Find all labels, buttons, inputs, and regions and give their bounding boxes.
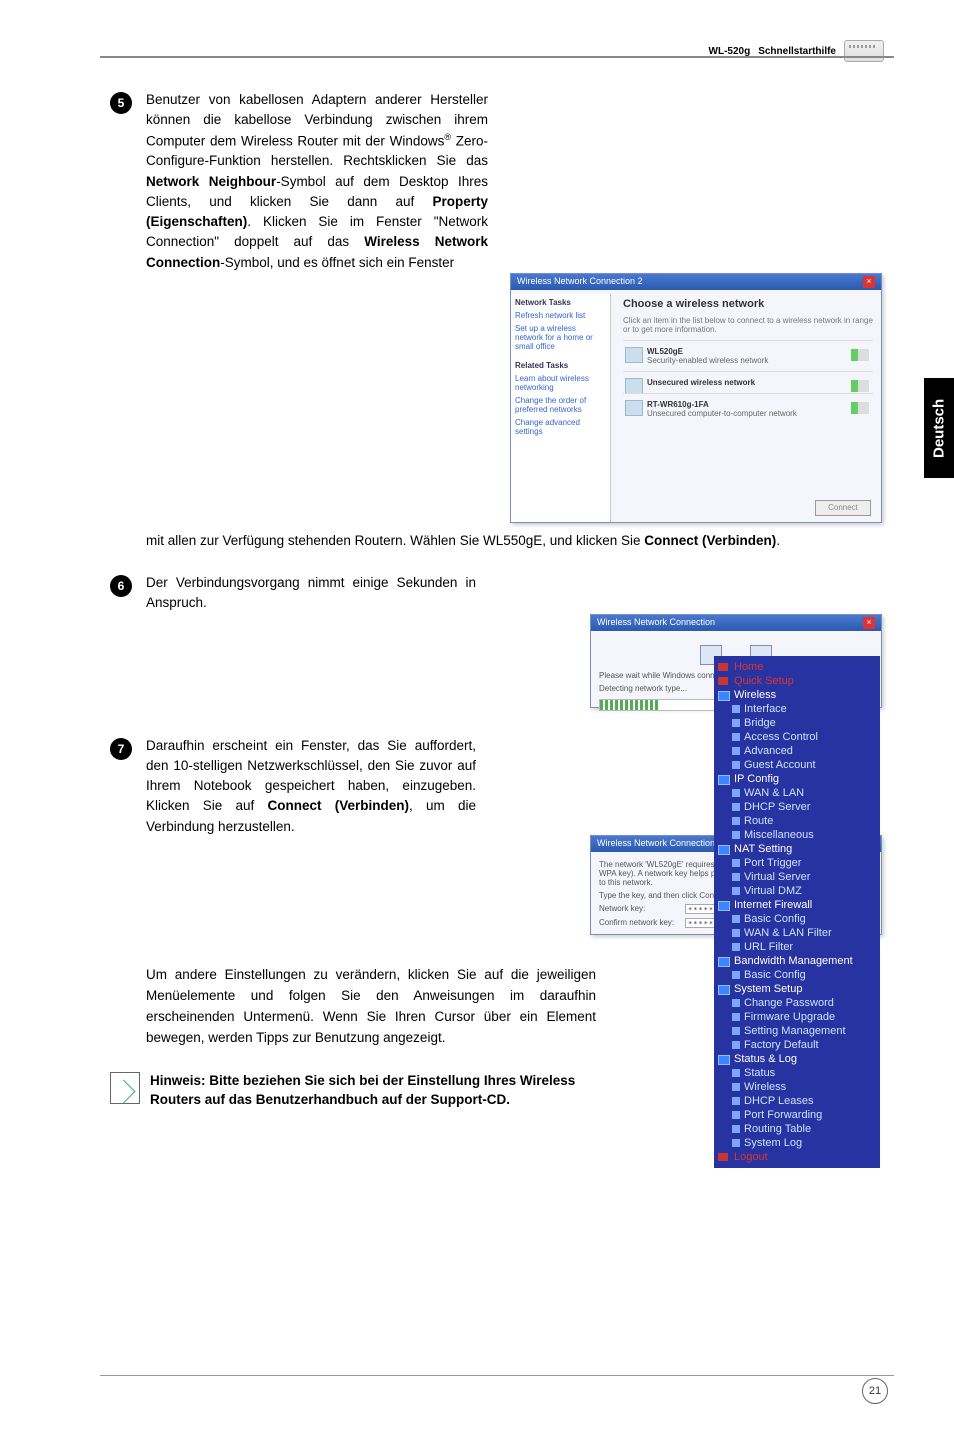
nav-logout[interactable]: Logout: [714, 1150, 880, 1164]
window-title: Wireless Network Connection: [597, 617, 715, 629]
nav-ip-config[interactable]: IP Config: [714, 772, 880, 786]
nav-wireless-advanced[interactable]: Advanced: [714, 744, 880, 758]
nav-stat-routing[interactable]: Routing Table: [714, 1122, 880, 1136]
sidebar-heading: Network Tasks: [515, 298, 606, 307]
nav-stat-portfwd[interactable]: Port Forwarding: [714, 1108, 880, 1122]
nav-ip-misc[interactable]: Miscellaneous: [714, 828, 880, 842]
choose-desc: Click an item in the list below to conne…: [623, 316, 873, 334]
nav-stat-syslog[interactable]: System Log: [714, 1136, 880, 1150]
sidebar-heading: Related Tasks: [515, 361, 606, 370]
step7-badge: 7: [110, 738, 132, 760]
step6-body: Der Verbindungsvorgang nimmt einige Seku…: [146, 573, 476, 614]
header-subtitle: Schnellstarthilfe: [758, 46, 836, 57]
footer-rule: [100, 1375, 894, 1376]
nav-stat-status[interactable]: Status: [714, 1066, 880, 1080]
nav-nat-virtual-server[interactable]: Virtual Server: [714, 870, 880, 884]
nav-firewall[interactable]: Internet Firewall: [714, 898, 880, 912]
nav-sys-firmware[interactable]: Firmware Upgrade: [714, 1010, 880, 1024]
language-tab: Deutsch: [924, 378, 954, 478]
nav-home[interactable]: Home: [714, 660, 880, 674]
sidebar-link[interactable]: Change advanced settings: [515, 418, 606, 436]
network-entry[interactable]: WL520gE Security-enabled wireless networ…: [623, 340, 873, 371]
step5-continue: mit allen zur Verfügung stehenden Router…: [146, 531, 882, 551]
nav-ip-wan-lan[interactable]: WAN & LAN: [714, 786, 880, 800]
key-label: Network key:: [599, 904, 679, 913]
window-title: Wireless Network Connection 2: [517, 276, 643, 288]
sidebar-link[interactable]: Learn about wireless networking: [515, 374, 606, 392]
nav-sys-factory[interactable]: Factory Default: [714, 1038, 880, 1052]
key-confirm-label: Confirm network key:: [599, 918, 679, 927]
nav-ip-dhcp[interactable]: DHCP Server: [714, 800, 880, 814]
signal-icon: [851, 402, 869, 414]
step5-badge: 5: [110, 92, 132, 114]
window-titlebar: Wireless Network Connection 2 ×: [511, 274, 881, 290]
page-number: 21: [862, 1378, 888, 1404]
sidebar-link[interactable]: Set up a wireless network for a home or …: [515, 324, 606, 351]
nav-nat-trigger[interactable]: Port Trigger: [714, 856, 880, 870]
window-titlebar: Wireless Network Connection ×: [591, 615, 881, 631]
nav-ip-route[interactable]: Route: [714, 814, 880, 828]
window-title: Wireless Network Connection: [597, 838, 715, 850]
nav-bw-basic[interactable]: Basic Config: [714, 968, 880, 982]
nav-nat[interactable]: NAT Setting: [714, 842, 880, 856]
note-icon: [110, 1072, 140, 1104]
nav-stat-wireless[interactable]: Wireless: [714, 1080, 880, 1094]
nav-fw-url[interactable]: URL Filter: [714, 940, 880, 954]
nav-nat-dmz[interactable]: Virtual DMZ: [714, 884, 880, 898]
nav-fw-filter[interactable]: WAN & LAN Filter: [714, 926, 880, 940]
nav-fw-basic[interactable]: Basic Config: [714, 912, 880, 926]
header-product: WL-520g: [709, 46, 751, 57]
usage-tip: Um andere Einstellungen zu verändern, kl…: [146, 965, 596, 1049]
step5-body: Benutzer von kabellosen Adaptern anderer…: [146, 90, 488, 273]
signal-icon: [851, 349, 869, 361]
sidebar-link[interactable]: Change the order of preferred networks: [515, 396, 606, 414]
network-entry[interactable]: Unsecured wireless network: [623, 371, 873, 393]
step7-body: Daraufhin erscheint ein Fenster, das Sie…: [146, 736, 476, 837]
nav-wireless[interactable]: Wireless: [714, 688, 880, 702]
close-icon[interactable]: ×: [863, 617, 875, 629]
step6-badge: 6: [110, 575, 132, 597]
close-icon[interactable]: ×: [863, 276, 875, 288]
nav-wireless-guest[interactable]: Guest Account: [714, 758, 880, 772]
choose-title: Choose a wireless network: [623, 298, 873, 310]
nav-sys-setting[interactable]: Setting Management: [714, 1024, 880, 1038]
nav-sys-password[interactable]: Change Password: [714, 996, 880, 1010]
nav-stat-dhcp[interactable]: DHCP Leases: [714, 1094, 880, 1108]
header-rule: [100, 56, 894, 60]
nav-wireless-interface[interactable]: Interface: [714, 702, 880, 716]
signal-icon: [851, 380, 869, 392]
wireless-picker-window: Wireless Network Connection 2 × Network …: [510, 273, 882, 523]
router-nav-menu: Home Quick Setup Wireless Interface Brid…: [714, 656, 880, 1168]
window-sidebar: Network Tasks Refresh network list Set u…: [511, 294, 611, 522]
nav-status-log[interactable]: Status & Log: [714, 1052, 880, 1066]
note-text: Hinweis: Bitte beziehen Sie sich bei der…: [150, 1072, 580, 1110]
nav-system-setup[interactable]: System Setup: [714, 982, 880, 996]
connect-button[interactable]: Connect: [815, 500, 871, 516]
network-entry[interactable]: RT-WR610g-1FA Unsecured computer-to-comp…: [623, 393, 873, 424]
nav-quick-setup[interactable]: Quick Setup: [714, 674, 880, 688]
nav-bandwidth[interactable]: Bandwidth Management: [714, 954, 880, 968]
nav-wireless-bridge[interactable]: Bridge: [714, 716, 880, 730]
nav-wireless-access-control[interactable]: Access Control: [714, 730, 880, 744]
sidebar-link[interactable]: Refresh network list: [515, 311, 606, 320]
